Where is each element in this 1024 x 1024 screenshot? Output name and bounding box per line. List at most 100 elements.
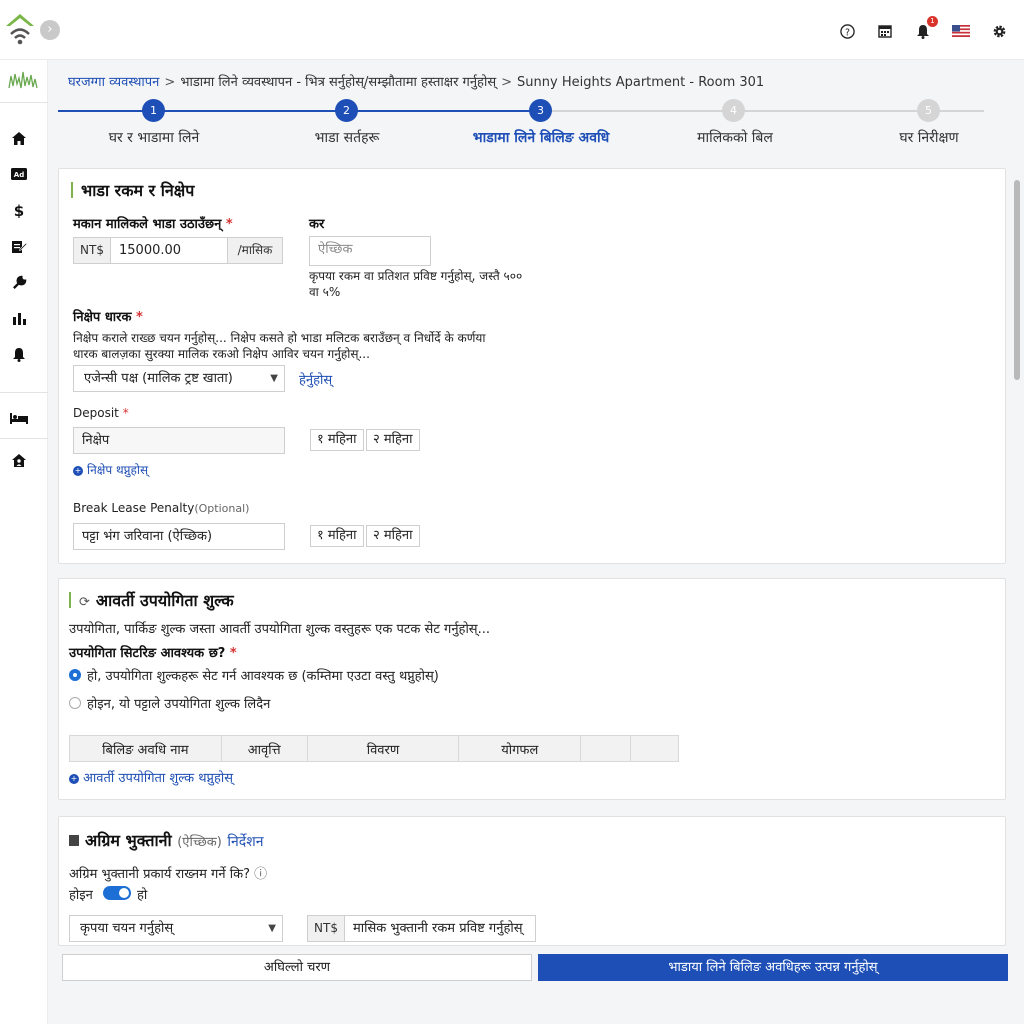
utility-charges-table: बिलिङ अवधि नाम आवृत्ति विवरण योगफल bbox=[69, 735, 679, 762]
table-header-row: बिलिङ अवधि नाम आवृत्ति विवरण योगफल bbox=[69, 735, 679, 762]
deposit-holder-view-link[interactable]: हेर्नुहोस् bbox=[299, 370, 332, 388]
deposit-holder-select[interactable]: एजेन्सी पक्ष (मालिक ट्रष्ट खाता) ▼ bbox=[73, 365, 285, 392]
deposit-2-month-chip[interactable]: २ महिना bbox=[366, 429, 420, 451]
calendar-icon[interactable] bbox=[876, 22, 894, 40]
main-content: घरजग्गा व्यवस्थापन > भाडामा लिने व्यवस्थाप… bbox=[48, 60, 1024, 1024]
rent-deposit-card: भाडा रकम र निक्षेप मकान मालिकले भाडा उठा… bbox=[58, 168, 1006, 564]
top-bar: › ? 1 bbox=[0, 0, 1024, 60]
breadcrumb-tenant-management[interactable]: भाडामा लिने व्यवस्थापन - भित्र सर्नुहोस्… bbox=[180, 75, 496, 90]
toggle-off-label: होइन bbox=[69, 888, 93, 903]
advance-payment-question: अग्रिम भुक्तानी प्रकार्य राख्नम गर्ने कि… bbox=[69, 867, 268, 882]
sidebar-house-person-icon[interactable] bbox=[8, 449, 30, 471]
advance-payment-type-select[interactable]: कृपया चयन गर्नुहोस् ▼ bbox=[69, 915, 283, 942]
step-3-label[interactable]: भाडामा लिने बिलिङ अवधि bbox=[473, 128, 609, 147]
svg-text:Ad: Ad bbox=[14, 171, 24, 179]
chevron-down-icon: ▼ bbox=[268, 923, 276, 934]
sidebar-toggle-chevron-icon[interactable]: › bbox=[40, 20, 60, 40]
step-4-circle: 4 bbox=[722, 99, 745, 122]
step-2-circle[interactable]: 2 bbox=[335, 99, 358, 122]
svg-text:?: ? bbox=[845, 27, 850, 38]
break-lease-penalty-input[interactable]: पट्टा भंग जरिवाना (ऐच्छिक) bbox=[73, 523, 285, 550]
rent-period-addon: /मासिक bbox=[227, 237, 283, 264]
previous-step-button[interactable]: अघिल्लो चरण bbox=[62, 954, 532, 981]
brand-graphic-icon bbox=[8, 71, 38, 89]
sidebar-bell-icon[interactable] bbox=[8, 343, 30, 365]
utility-charges-title: ⟳ आवर्ती उपयोगिता शुल्क bbox=[69, 589, 234, 611]
tax-hint-line-2: वा ५% bbox=[309, 285, 341, 299]
advance-payment-toggle[interactable] bbox=[103, 886, 131, 900]
home-wifi-logo-icon[interactable] bbox=[4, 12, 36, 46]
deposit-1-month-chip[interactable]: १ महिना bbox=[310, 429, 364, 451]
help-icon[interactable]: ? bbox=[838, 22, 856, 40]
tax-input[interactable]: ऐच्छिक bbox=[309, 236, 431, 266]
tax-hint-line-1: कृपया रकम वा प्रतिशत प्रविष्ट गर्नुहोस्,… bbox=[309, 269, 523, 283]
generate-billing-periods-button[interactable]: भाडाया लिने बिलिङ अवधिहरू उत्पन्न गर्नुह… bbox=[538, 954, 1008, 981]
deposit-label: Deposit * bbox=[73, 406, 129, 420]
advance-currency-addon: NT$ bbox=[307, 915, 345, 942]
sidebar-home-icon[interactable] bbox=[8, 127, 30, 149]
step-5-circle: 5 bbox=[917, 99, 940, 122]
book-icon bbox=[69, 835, 79, 846]
svg-text:$: $ bbox=[14, 202, 24, 218]
notification-count-badge: 1 bbox=[927, 16, 938, 27]
us-flag-icon[interactable] bbox=[952, 22, 970, 40]
deposit-holder-description-1: निक्षेप कराले राख्छ चयन गर्नुहोस्... निक… bbox=[73, 331, 486, 345]
rent-amount-label: मकान मालिकले भाडा उठाउँछन् * bbox=[73, 217, 233, 232]
utility-no-label[interactable]: होइन, यो पट्टाले उपयोगिता शुल्क लिदैन bbox=[87, 694, 270, 712]
chevron-down-icon: ▼ bbox=[270, 373, 278, 384]
advance-amount-input[interactable]: मासिक भुक्तानी रकम प्रविष्ट गर्नुहोस् bbox=[344, 915, 536, 942]
utility-charges-description: उपयोगिता, पार्किङ शुल्क जस्ता आवर्ती उपय… bbox=[69, 622, 490, 637]
progress-stepper: 1 2 3 4 5 घर र भाडामा लिने भाडा सर्तहरू … bbox=[48, 98, 1024, 160]
break-lease-penalty-label: Break Lease Penalty(Optional) bbox=[73, 501, 250, 515]
gear-icon[interactable] bbox=[990, 22, 1008, 40]
advance-guide-link[interactable]: निर्देशन bbox=[227, 834, 263, 850]
table-header bbox=[630, 735, 679, 762]
sidebar-ad-icon[interactable]: Ad bbox=[8, 163, 30, 185]
sidebar-bed-icon[interactable] bbox=[8, 407, 30, 429]
toggle-on-label: हो bbox=[137, 888, 148, 903]
step-4-label: मालिकको बिल bbox=[697, 130, 773, 146]
refresh-icon: ⟳ bbox=[79, 595, 90, 610]
utility-charges-card: ⟳ आवर्ती उपयोगिता शुल्क उपयोगिता, पार्किङ… bbox=[58, 578, 1006, 800]
sidebar-bar-chart-icon[interactable] bbox=[8, 307, 30, 329]
plus-circle-icon: + bbox=[69, 774, 79, 784]
table-header: बिलिङ अवधि नाम bbox=[69, 735, 222, 762]
deposit-holder-description-2: धारक बालज़का सुरक्या मालिक रकओ निक्षेप आ… bbox=[73, 347, 370, 361]
help-circle-icon: ⓘ bbox=[254, 867, 268, 882]
table-header: योगफल bbox=[458, 735, 582, 762]
add-deposit-link[interactable]: + निक्षेप थप्नुहोस् bbox=[73, 461, 148, 478]
rent-amount-input[interactable]: 15000.00 bbox=[110, 237, 228, 264]
page-scrollbar[interactable] bbox=[1014, 180, 1020, 380]
sidebar-wrench-icon[interactable] bbox=[8, 271, 30, 293]
sidebar-contract-edit-icon[interactable] bbox=[8, 235, 30, 257]
step-5-label: घर निरीक्षण bbox=[899, 130, 959, 146]
breadcrumb-current-room: Sunny Heights Apartment - Room 301 bbox=[517, 75, 765, 90]
deposit-holder-label: निक्षेप धारक * bbox=[73, 310, 143, 325]
utility-no-radio[interactable] bbox=[69, 697, 81, 709]
penalty-2-month-chip[interactable]: २ महिना bbox=[366, 525, 420, 547]
notification-bell-icon[interactable]: 1 bbox=[914, 16, 938, 40]
utility-yes-label[interactable]: हो, उपयोगिता शुल्कहरू सेट गर्न आवश्यक छ … bbox=[87, 666, 439, 684]
tax-label: कर bbox=[309, 217, 325, 232]
utility-question-label: उपयोगिता सिटरिङ आवश्यक छ? * bbox=[69, 646, 237, 661]
rent-currency-addon: NT$ bbox=[73, 237, 111, 264]
penalty-1-month-chip[interactable]: १ महिना bbox=[310, 525, 364, 547]
step-1-label[interactable]: घर र भाडामा लिने bbox=[109, 128, 200, 147]
step-1-circle[interactable]: 1 bbox=[142, 99, 165, 122]
breadcrumb: घरजग्गा व्यवस्थापन > भाडामा लिने व्यवस्थाप… bbox=[68, 75, 765, 90]
sidebar-dollar-icon[interactable]: $ bbox=[8, 199, 30, 221]
plus-circle-icon: + bbox=[73, 466, 83, 476]
table-header: आवृत्ति bbox=[220, 735, 308, 762]
step-3-circle[interactable]: 3 bbox=[529, 99, 552, 122]
step-2-label[interactable]: भाडा सर्तहरू bbox=[315, 128, 380, 147]
table-header: विवरण bbox=[306, 735, 460, 762]
sidebar: Ad $ bbox=[0, 60, 48, 1024]
advance-payment-title: अग्रिम भुक्तानी (ऐच्छिक) निर्देशन bbox=[69, 829, 264, 851]
table-header bbox=[580, 735, 632, 762]
advance-payment-card: अग्रिम भुक्तानी (ऐच्छिक) निर्देशन अग्रिम… bbox=[58, 816, 1006, 946]
breadcrumb-property-management-link[interactable]: घरजग्गा व्यवस्थापन bbox=[68, 75, 159, 90]
deposit-input[interactable]: निक्षेप bbox=[73, 427, 285, 454]
add-utility-charge-link[interactable]: + आवर्ती उपयोगिता शुल्क थप्नुहोस् bbox=[69, 768, 233, 786]
utility-yes-radio[interactable] bbox=[69, 669, 81, 681]
rent-deposit-title: भाडा रकम र निक्षेप bbox=[71, 179, 194, 201]
